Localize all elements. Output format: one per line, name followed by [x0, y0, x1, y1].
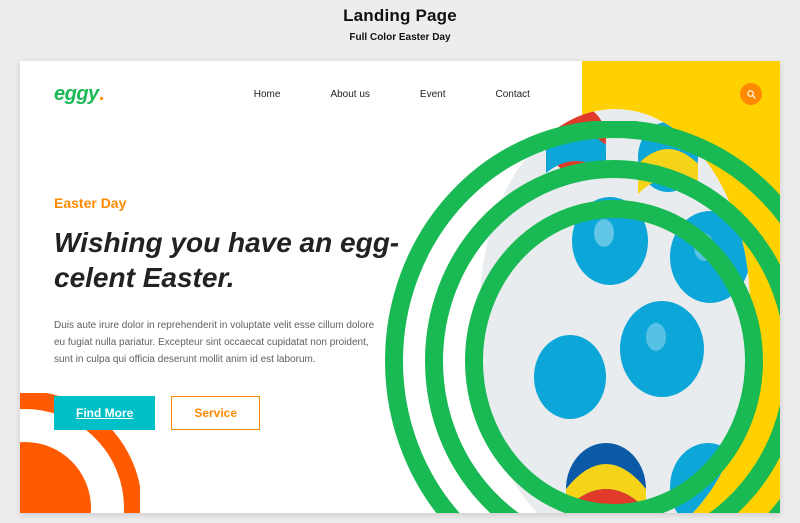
- page-title-block: Landing Page Full Color Easter Day: [0, 6, 800, 43]
- search-button[interactable]: [740, 83, 762, 105]
- hero-headline: Wishing you have an egg-celent Easter.: [54, 225, 424, 295]
- service-button[interactable]: Service: [171, 396, 260, 430]
- logo-text: eggy: [54, 83, 99, 105]
- logo[interactable]: eggy.: [54, 83, 104, 106]
- hero-buttons: Find More Service: [54, 396, 424, 430]
- nav-item-contact[interactable]: Contact: [496, 89, 530, 100]
- nav-item-home[interactable]: Home: [254, 89, 281, 100]
- hero-content: Easter Day Wishing you have an egg-celen…: [54, 195, 424, 430]
- find-more-button[interactable]: Find More: [54, 396, 155, 430]
- hero-body: Duis aute irure dolor in reprehenderit i…: [54, 317, 384, 368]
- nav-item-event[interactable]: Event: [420, 89, 446, 100]
- nav-menu: Home About us Event Contact: [254, 89, 530, 100]
- hero-photo-oval: [480, 109, 750, 513]
- page-title: Landing Page: [0, 6, 800, 26]
- hero-eyebrow: Easter Day: [54, 195, 424, 211]
- nav-item-about[interactable]: About us: [330, 89, 369, 100]
- page-subtitle: Full Color Easter Day: [0, 32, 800, 43]
- logo-dot: .: [99, 83, 104, 105]
- search-icon: [746, 89, 757, 100]
- top-nav: eggy. Home About us Event Contact: [20, 83, 582, 106]
- landing-card: eggy. Home About us Event Contact Easter…: [20, 61, 780, 513]
